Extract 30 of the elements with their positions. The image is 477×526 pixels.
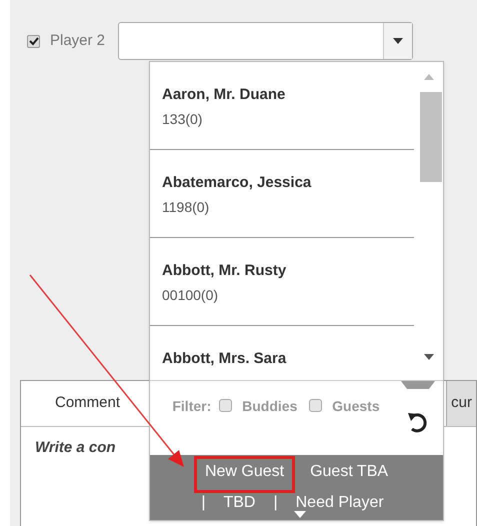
- scroll-up-icon[interactable]: [424, 74, 434, 80]
- action-link[interactable]: TBD: [215, 490, 264, 520]
- player-label: Player 2: [50, 31, 106, 52]
- separator: |: [201, 492, 206, 512]
- comment-prompt: Write a con: [35, 438, 116, 458]
- scroll-down-icon[interactable]: [424, 354, 434, 360]
- checkbox[interactable]: [309, 399, 322, 412]
- checkbox[interactable]: [219, 399, 232, 412]
- checkbox[interactable]: [27, 34, 40, 48]
- filter-option-label: Guests: [332, 398, 380, 414]
- filter-option-label: Buddies: [242, 398, 298, 414]
- action-link[interactable]: Guest TBA: [302, 459, 396, 490]
- option-code: 00100(0): [162, 286, 220, 305]
- undo-icon[interactable]: [407, 411, 429, 435]
- option-code: 133(0): [162, 110, 204, 129]
- separator: |: [273, 492, 278, 512]
- pointer-icon: [294, 511, 306, 518]
- option-name[interactable]: Aaron, Mr. Duane: [162, 84, 414, 106]
- option-name[interactable]: Abbott, Mr. Rusty: [162, 260, 414, 282]
- option-code: 1198(0): [162, 198, 210, 217]
- tab[interactable]: cur: [446, 381, 476, 426]
- filter-label: Filter:: [172, 398, 212, 414]
- handle-icon[interactable]: [401, 381, 435, 389]
- action-link[interactable]: New Guest: [196, 459, 292, 490]
- action-link[interactable]: Need Player: [288, 490, 392, 520]
- caret-icon[interactable]: [384, 23, 412, 59]
- scrollbar[interactable]: [414, 62, 443, 380]
- scrollbar-thumb[interactable]: [420, 92, 442, 182]
- option-name[interactable]: Abatemarco, Jessica: [162, 172, 414, 194]
- option-name[interactable]: Abbott, Mrs. Sara: [162, 348, 414, 370]
